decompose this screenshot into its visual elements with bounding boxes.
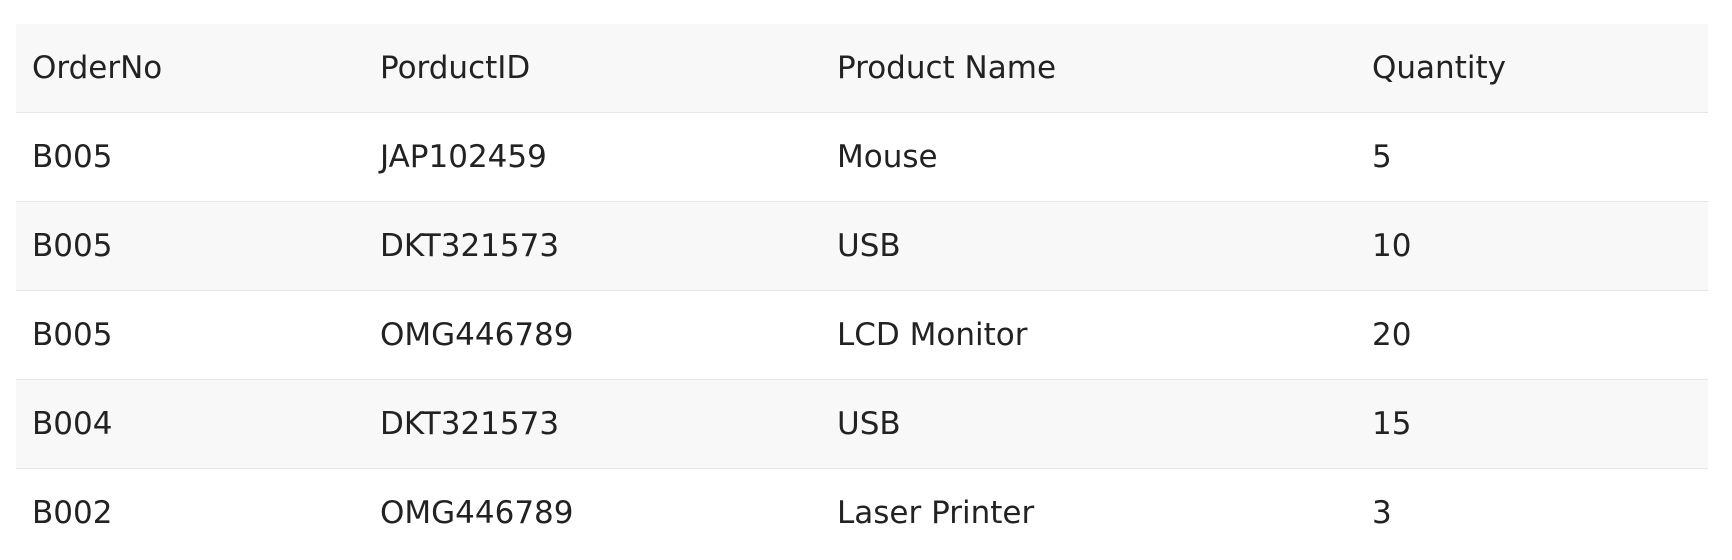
column-header-product-id: PorductID: [364, 24, 821, 113]
cell-quantity: 20: [1356, 290, 1708, 380]
cell-product-name: Mouse: [821, 112, 1356, 202]
cell-product-id: DKT321573: [364, 379, 821, 469]
column-header-quantity: Quantity: [1356, 24, 1708, 113]
cell-order-no: B002: [32, 495, 113, 531]
cell-quantity: 15: [1356, 379, 1708, 469]
table-row: B004 DKT321573 USB 15: [16, 379, 1708, 469]
cell-product-name: USB: [821, 201, 1356, 291]
column-header-product-name: Product Name: [821, 24, 1356, 113]
cell-quantity: 3: [1372, 495, 1392, 531]
table-body: B005 JAP102459 Mouse 5 B005 DKT321573 US…: [16, 112, 1708, 557]
column-header-order-no: OrderNo: [16, 24, 364, 113]
cell-product-id: DKT321573: [364, 201, 821, 291]
table-header: OrderNo PorductID Product Name Quantity: [16, 24, 1708, 113]
cell-product-name: Laser Printer: [837, 495, 1035, 531]
header-row: OrderNo PorductID Product Name Quantity: [16, 24, 1708, 113]
cell-product-name: LCD Monitor: [821, 290, 1356, 380]
cell-order-no: B004: [16, 379, 364, 469]
cell-quantity: 5: [1356, 112, 1708, 202]
cell-product-id: JAP102459: [364, 112, 821, 202]
table-row: B002 OMG446789 Laser Printer 3: [16, 468, 1708, 557]
cell-order-no: B005: [16, 290, 364, 380]
table-row: B005 OMG446789 LCD Monitor 20: [16, 290, 1708, 380]
table-row: B005 DKT321573 USB 10: [16, 201, 1708, 291]
cell-quantity: 10: [1356, 201, 1708, 291]
cell-product-id: OMG446789: [364, 290, 821, 380]
cell-product-name: USB: [821, 379, 1356, 469]
cell-order-no: B005: [16, 112, 364, 202]
table-row: B005 JAP102459 Mouse 5: [16, 112, 1708, 202]
orders-table-container: OrderNo PorductID Product Name Quantity …: [16, 24, 1708, 557]
orders-table: OrderNo PorductID Product Name Quantity …: [16, 24, 1708, 557]
cell-order-no: B005: [16, 201, 364, 291]
cell-product-id: OMG446789: [380, 495, 574, 531]
